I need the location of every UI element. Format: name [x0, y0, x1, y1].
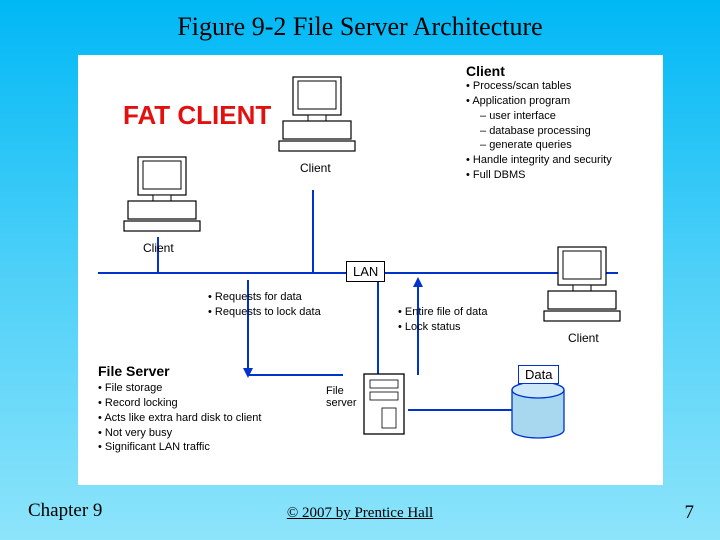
figure-title: Figure 9-2 File Server Architecture [0, 0, 720, 48]
data-cylinder-icon [508, 380, 568, 445]
entire-file-bullets: Entire file of data Lock status [398, 305, 487, 335]
client-label-left: Client [143, 241, 174, 255]
file-server-small-label: File server [326, 385, 357, 409]
data-label: Data [518, 365, 559, 384]
client-label-right: Client [568, 331, 599, 345]
diagram-area: FAT CLIENT Client Process/scan tables Ap… [78, 55, 663, 485]
file-server-bullets: File storage Record locking Acts like ex… [98, 381, 328, 455]
client-bullets: Process/scan tables Application program … [466, 79, 656, 183]
file-server-heading: File Server [98, 363, 170, 379]
footer-page-number: 7 [685, 502, 695, 524]
file-server-icon [360, 370, 410, 440]
requests-bullets: Requests for data Requests to lock data [208, 290, 321, 320]
client-computer-icon [118, 155, 208, 235]
client-computer-icon [273, 75, 363, 155]
lan-box: LAN [346, 261, 385, 282]
client-computer-icon [538, 245, 628, 325]
fat-client-label: FAT CLIENT [123, 100, 271, 131]
footer-copyright: © 2007 by Prentice Hall [0, 505, 720, 522]
client-label-mid: Client [300, 161, 331, 175]
client-heading: Client [466, 63, 505, 79]
